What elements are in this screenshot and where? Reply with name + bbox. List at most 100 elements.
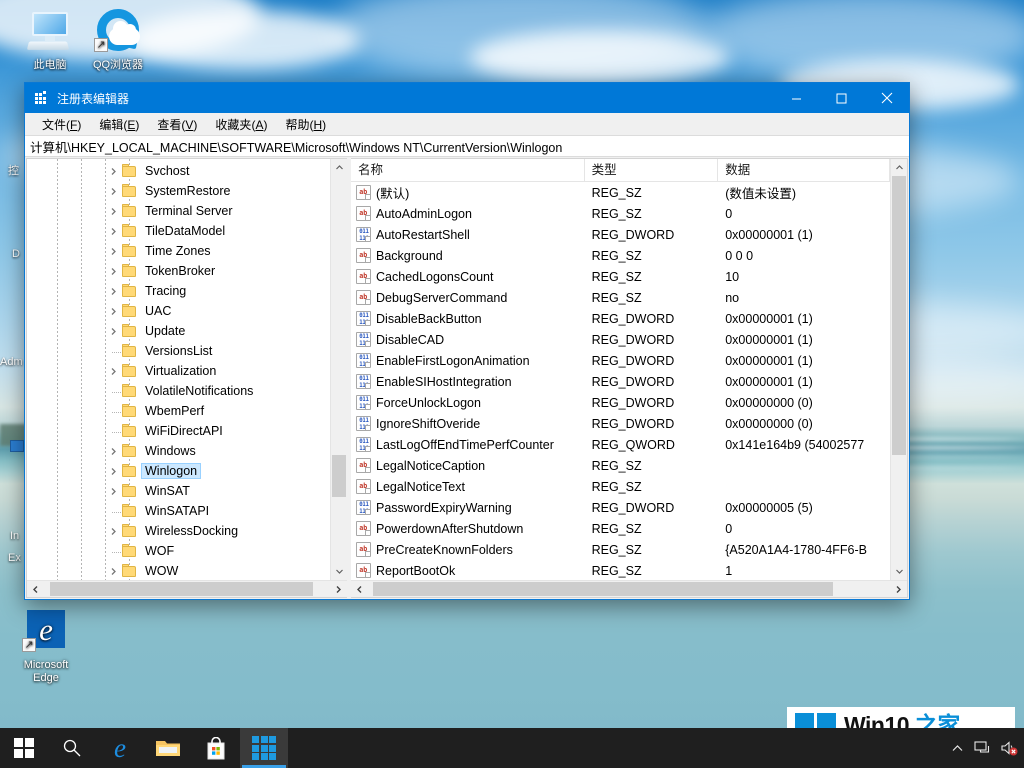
store-button[interactable] (192, 728, 240, 768)
tree-node[interactable]: WOF (27, 541, 330, 561)
tree-node[interactable]: Time Zones (27, 241, 330, 261)
table-row[interactable]: ab PreCreateKnownFolders REG_SZ {A520A1A4-1… (351, 539, 890, 560)
file-explorer-button[interactable] (144, 728, 192, 768)
show-hidden-icons-button[interactable] (944, 728, 970, 768)
table-row[interactable]: ab ReportBootOk REG_SZ 1 (351, 560, 890, 580)
table-row[interactable]: 011 110 DisableBackButton REG_DWORD 0x000000… (351, 308, 890, 329)
chevron-right-icon[interactable] (105, 163, 121, 179)
menu-view[interactable]: 查看(V) (148, 114, 206, 135)
chevron-right-icon[interactable] (105, 303, 121, 319)
tree-node[interactable]: Winlogon (27, 461, 330, 481)
tree-scroll-thumb[interactable] (332, 454, 347, 498)
column-header[interactable]: 类型 (585, 159, 719, 182)
values-vertical-scrollbar[interactable] (890, 159, 907, 580)
start-button[interactable] (0, 728, 48, 768)
values-hscroll-thumb[interactable] (373, 582, 833, 596)
tree-horizontal-scrollbar[interactable] (27, 580, 348, 597)
values-list[interactable]: ab (默认) REG_SZ (数值未设置) ab AutoAdminLogon REG_S… (351, 182, 890, 580)
occluded-desktop-icon-4[interactable]: In (10, 530, 19, 542)
tree-node[interactable]: UAC (27, 301, 330, 321)
values-scroll-track[interactable] (891, 176, 907, 563)
tree-node[interactable]: VolatileNotifications (27, 381, 330, 401)
table-row[interactable]: 011 110 EnableSIHostIntegration REG_DWORD 0x… (351, 371, 890, 392)
values-horizontal-scrollbar[interactable] (351, 580, 907, 597)
edge-taskbar-button[interactable]: e (96, 728, 144, 768)
tree-node[interactable]: TileDataModel (27, 221, 330, 241)
search-button[interactable] (48, 728, 96, 768)
chevron-right-icon[interactable] (105, 183, 121, 199)
tree-node[interactable]: WbemPerf (27, 401, 330, 421)
chevron-right-icon[interactable] (105, 283, 121, 299)
tree-node[interactable]: WirelessDocking (27, 521, 330, 541)
tree-node[interactable]: WOW (27, 561, 330, 580)
chevron-right-icon[interactable] (105, 483, 121, 499)
scroll-right-arrow-icon[interactable] (890, 581, 907, 597)
table-row[interactable]: ab PowerdownAfterShutdown REG_SZ 0 (351, 518, 890, 539)
tree-node[interactable]: WiFiDirectAPI (27, 421, 330, 441)
table-row[interactable]: 011 110 DisableCAD REG_DWORD 0x00000001 (1) (351, 329, 890, 350)
tree-node[interactable]: TokenBroker (27, 261, 330, 281)
chevron-right-icon[interactable] (105, 563, 121, 579)
scroll-up-arrow-icon[interactable] (891, 159, 907, 176)
chevron-right-icon[interactable] (105, 203, 121, 219)
chevron-right-icon[interactable] (105, 463, 121, 479)
address-bar[interactable]: 计算机\HKEY_LOCAL_MACHINE\SOFTWARE\Microsof… (25, 135, 909, 157)
system-tray[interactable] (944, 728, 1024, 768)
chevron-right-icon[interactable] (105, 263, 121, 279)
table-row[interactable]: ab CachedLogonsCount REG_SZ 10 (351, 266, 890, 287)
maximize-button[interactable] (819, 83, 864, 113)
chevron-right-icon[interactable] (105, 323, 121, 339)
menu-favorites[interactable]: 收藏夹(A) (206, 114, 276, 135)
registry-values-pane[interactable]: 名称 类型 数据 ab (默认) REG_SZ (数值未设置) ab AutoAdminLog… (351, 158, 908, 598)
occluded-desktop-icon-1[interactable]: 控 (8, 162, 19, 178)
desktop-icon-this-pc[interactable]: 此电脑 (12, 8, 88, 72)
scroll-down-arrow-icon[interactable] (891, 563, 907, 580)
menu-edit[interactable]: 编辑(E) (90, 114, 148, 135)
volume-button[interactable] (996, 728, 1022, 768)
table-row[interactable]: 011 110 IgnoreShiftOveride REG_DWORD 0x00000… (351, 413, 890, 434)
registry-tree-pane[interactable]: Svchost SystemRestore Terminal Server TileD… (26, 158, 348, 598)
tree-hscroll-track[interactable] (44, 581, 330, 597)
scroll-down-arrow-icon[interactable] (331, 563, 348, 580)
chevron-right-icon[interactable] (105, 243, 121, 259)
column-header[interactable]: 名称 (351, 159, 585, 182)
scroll-left-arrow-icon[interactable] (27, 581, 44, 597)
tree-node[interactable]: Terminal Server (27, 201, 330, 221)
tree-node[interactable]: WinSAT (27, 481, 330, 501)
minimize-button[interactable] (774, 83, 819, 113)
chevron-right-icon[interactable] (105, 223, 121, 239)
tree-node[interactable]: SystemRestore (27, 181, 330, 201)
table-row[interactable]: 011 110 LastLogOffEndTimePerfCounter REG_QW… (351, 434, 890, 455)
menu-file[interactable]: 文件(F) (33, 114, 90, 135)
tree-node[interactable]: Update (27, 321, 330, 341)
close-button[interactable] (864, 83, 909, 113)
values-hscroll-track[interactable] (368, 581, 890, 597)
tree-node[interactable]: Tracing (27, 281, 330, 301)
table-row[interactable]: ab LegalNoticeText REG_SZ (351, 476, 890, 497)
chevron-right-icon[interactable] (105, 363, 121, 379)
table-row[interactable]: ab LegalNoticeCaption REG_SZ (351, 455, 890, 476)
table-row[interactable]: 011 110 AutoRestartShell REG_DWORD 0x0000000… (351, 224, 890, 245)
regedit-taskbar-button[interactable] (240, 728, 288, 768)
tree-node[interactable]: WinSATAPI (27, 501, 330, 521)
title-bar[interactable]: 注册表编辑器 (25, 83, 909, 113)
menu-bar[interactable]: 文件(F) 编辑(E) 查看(V) 收藏夹(A) 帮助(H) (25, 113, 909, 135)
desktop-icon-microsoft-edge[interactable]: e ↗ Microsoft Edge (8, 608, 84, 685)
chevron-right-icon[interactable] (105, 443, 121, 459)
registry-editor-window[interactable]: 注册表编辑器 文件(F) 编辑(E) 查看(V) 收藏夹(A) 帮助(H) 计算… (24, 82, 910, 600)
occluded-desktop-icon-2[interactable]: D (12, 248, 20, 260)
tree-node[interactable]: Windows (27, 441, 330, 461)
column-header[interactable]: 数据 (718, 159, 890, 182)
chevron-right-icon[interactable] (105, 523, 121, 539)
table-row[interactable]: 011 110 EnableFirstLogonAnimation REG_DWORD… (351, 350, 890, 371)
scroll-left-arrow-icon[interactable] (351, 581, 368, 597)
tree-scroll-track[interactable] (331, 176, 348, 563)
tree-hscroll-thumb[interactable] (49, 582, 313, 596)
table-row[interactable]: 011 110 PasswordExpiryWarning REG_DWORD 0x00… (351, 497, 890, 518)
scroll-right-arrow-icon[interactable] (330, 581, 347, 597)
menu-help[interactable]: 帮助(H) (276, 114, 335, 135)
occluded-desktop-icon-5[interactable]: Ex (8, 552, 21, 564)
tree-node[interactable]: Svchost (27, 161, 330, 181)
tree-node[interactable]: Virtualization (27, 361, 330, 381)
occluded-desktop-icon-3[interactable]: Adm (0, 356, 23, 368)
